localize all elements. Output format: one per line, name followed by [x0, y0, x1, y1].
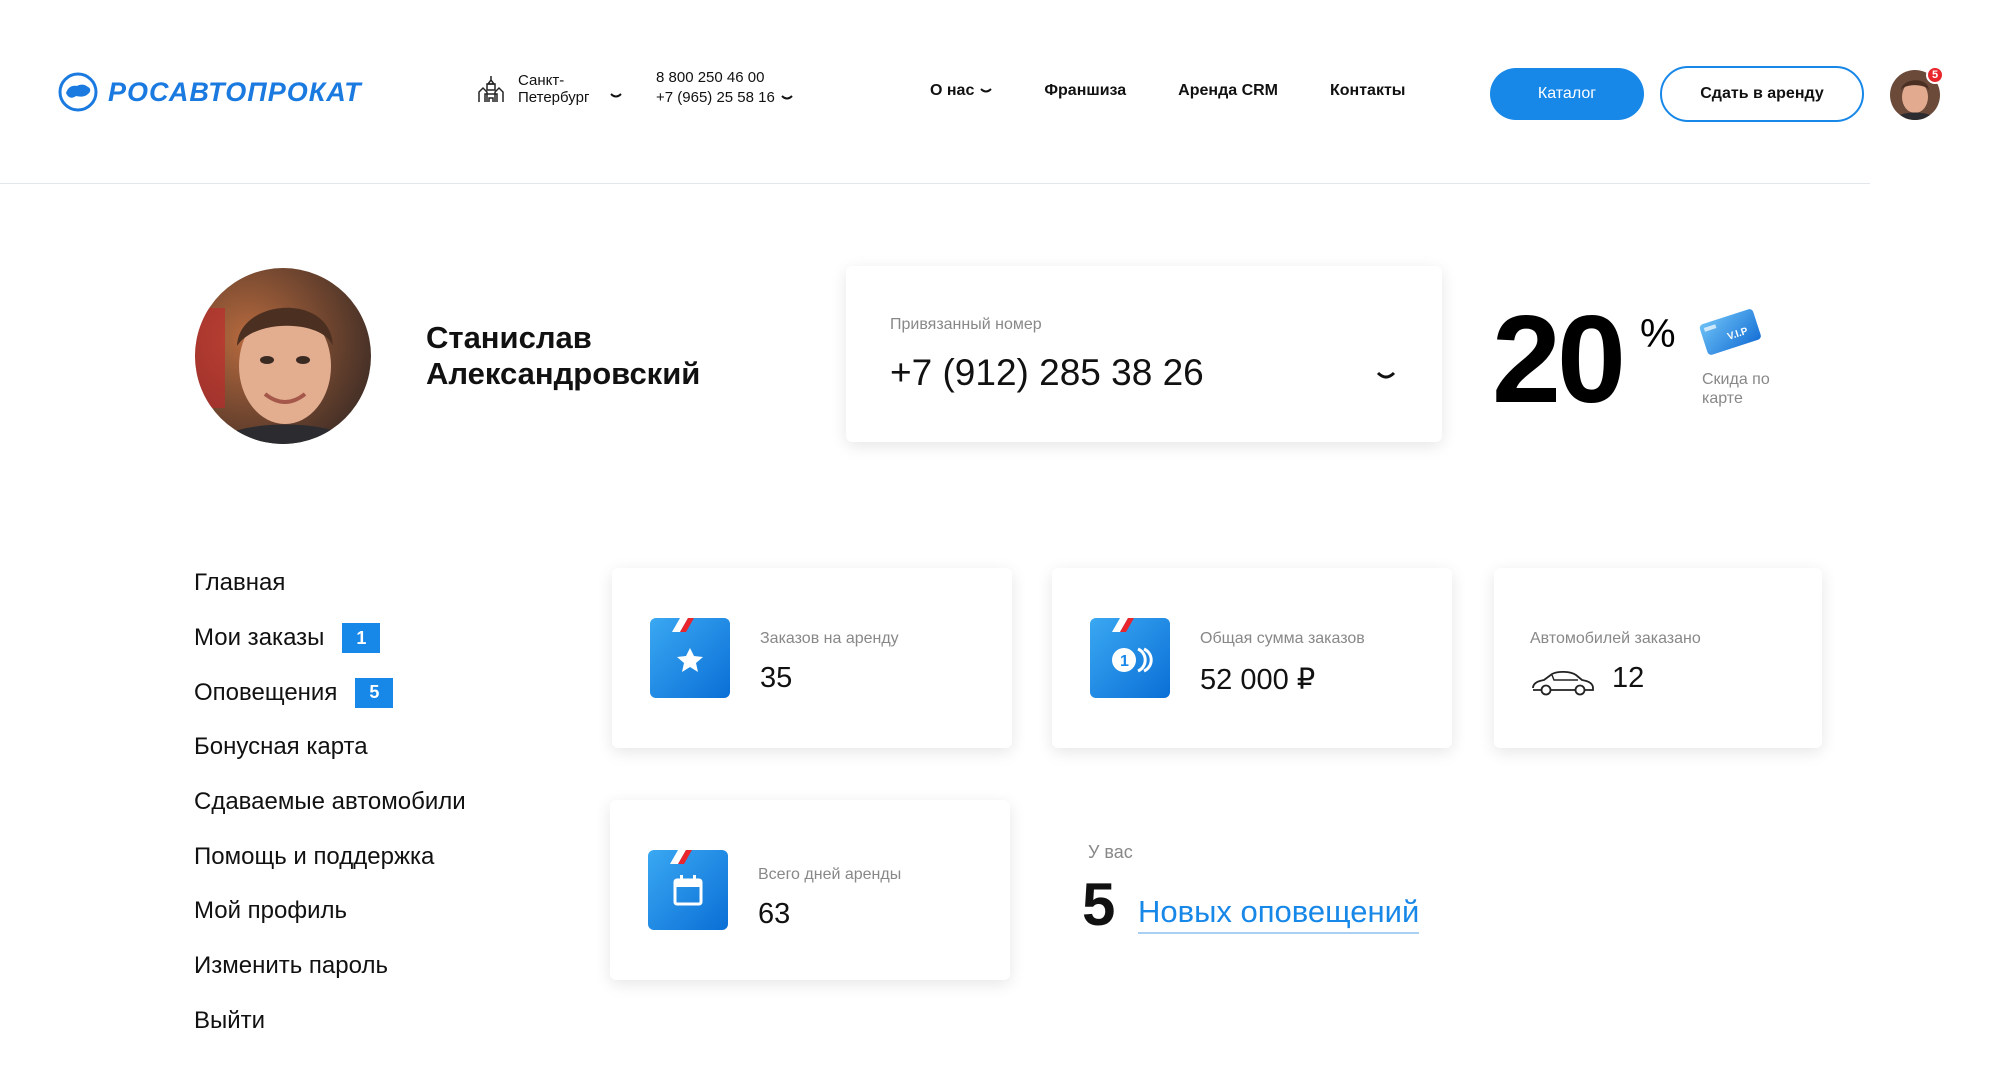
linked-phone-value: +7 (912) 285 38 26	[890, 352, 1204, 393]
profile-photo-image	[195, 268, 371, 444]
logo-emblem-icon	[58, 72, 98, 112]
stat-value: 52 000 ₽	[1200, 664, 1316, 696]
discount-label: Скида по карте	[1702, 371, 1770, 407]
side-menu-item-label: Мой профиль	[194, 897, 348, 925]
main-nav: О нас Франшиза Аренда CRM Контакты	[930, 82, 1405, 100]
side-menu-item-bonus-card[interactable]: Бонусная карта	[194, 720, 466, 775]
profile-name: Станислав Александровский	[426, 320, 701, 391]
linked-phone-label: Привязанный номер	[890, 316, 1042, 333]
side-menu-item-label: Оповещения	[194, 678, 338, 706]
nav-item-label: О нас	[930, 82, 975, 99]
side-menu-item-label: Мои заказы	[194, 624, 325, 652]
discount-percent-sign: %	[1640, 312, 1676, 356]
phone-numbers[interactable]: 8 800 250 46 00 +7 (965) 25 58 16	[656, 68, 793, 108]
profile-photo	[195, 268, 371, 444]
stat-value: 35	[760, 662, 793, 694]
stat-card-cars-ordered: Автомобилей заказано 12	[1494, 568, 1822, 748]
side-menu-item-label: Выйти	[194, 1006, 266, 1034]
site-logo[interactable]: РОСАВТОПРОКАТ	[58, 72, 362, 112]
stat-value: 12	[1612, 662, 1645, 694]
kremlin-icon	[478, 76, 504, 102]
svg-text:1: 1	[1120, 653, 1129, 670]
chevron-down-icon	[610, 93, 622, 98]
nav-item-franchise[interactable]: Франшиза	[1044, 82, 1126, 100]
star-icon	[650, 618, 730, 698]
chevron-down-icon	[781, 95, 793, 100]
header-divider	[0, 183, 1870, 184]
side-menu-item-rented-cars[interactable]: Сдаваемые автомобили	[194, 775, 466, 830]
side-menu-item-change-password[interactable]: Изменить пароль	[194, 939, 466, 994]
side-menu-item-profile[interactable]: Мой профиль	[194, 884, 466, 939]
site-header: РОСАВТОПРОКАТ Санкт-Петербург 8 800 250 …	[0, 0, 2000, 184]
chevron-down-icon	[980, 88, 993, 93]
stat-label: Заказов на аренду	[760, 630, 899, 647]
notification-badge: 5	[1926, 66, 1944, 84]
stat-label: Общая сумма заказов	[1200, 630, 1365, 647]
side-menu-item-home[interactable]: Главная	[194, 556, 466, 611]
linked-phone-card[interactable]: Привязанный номер +7 (912) 285 38 26	[846, 266, 1442, 442]
nav-item-contacts[interactable]: Контакты	[1330, 82, 1405, 100]
side-menu-item-label: Главная	[194, 569, 286, 597]
calendar-icon	[648, 850, 728, 930]
catalog-button[interactable]: Каталог	[1490, 68, 1644, 120]
stat-card-total-sum: 1 Общая сумма заказов 52 000 ₽	[1052, 568, 1452, 748]
nav-item-crm-rent[interactable]: Аренда CRM	[1178, 82, 1278, 100]
coins-icon: 1	[1090, 618, 1170, 698]
notifications-count-badge: 5	[355, 677, 394, 708]
logo-text: РОСАВТОПРОКАТ	[108, 76, 362, 107]
nav-item-about[interactable]: О нас	[930, 82, 993, 100]
notifications-caption: У вас	[1088, 842, 1133, 862]
rent-out-button[interactable]: Сдать в аренду	[1660, 66, 1864, 122]
side-menu-item-orders[interactable]: Мои заказы 1	[194, 611, 466, 666]
notifications-count: 5	[1082, 871, 1116, 938]
phone-secondary[interactable]: +7 (965) 25 58 16	[656, 88, 775, 108]
new-notifications-link[interactable]: Новых оповещений	[1138, 894, 1420, 934]
city-name: Санкт-Петербург	[518, 72, 590, 106]
stat-card-rent-orders: Заказов на аренду 35	[612, 568, 1012, 748]
stat-card-rent-days: Всего дней аренды 63	[610, 800, 1010, 980]
orders-count-badge: 1	[342, 623, 381, 654]
side-menu-item-label: Сдаваемые автомобили	[194, 788, 466, 816]
city-selector[interactable]: Санкт-Петербург	[476, 72, 622, 106]
discount-value: 20	[1492, 291, 1626, 429]
side-menu-item-logout[interactable]: Выйти	[194, 994, 466, 1049]
car-icon	[1532, 670, 1594, 696]
chevron-down-icon[interactable]	[1376, 370, 1396, 382]
side-menu-item-label: Изменить пароль	[194, 952, 388, 980]
account-side-menu: Главная Мои заказы 1 Оповещения 5 Бонусн…	[194, 556, 466, 1048]
phone-primary[interactable]: 8 800 250 46 00	[656, 68, 793, 88]
side-menu-item-label: Помощь и поддержка	[194, 842, 435, 870]
stat-label: Всего дней аренды	[758, 866, 902, 883]
side-menu-item-help[interactable]: Помощь и поддержка	[194, 829, 466, 884]
side-menu-item-notifications[interactable]: Оповещения 5	[194, 665, 466, 720]
stat-label: Автомобилей заказано	[1530, 630, 1701, 647]
stat-value: 63	[758, 898, 791, 930]
vip-card-icon: V.I.P	[1699, 309, 1761, 355]
side-menu-item-label: Бонусная карта	[194, 733, 368, 761]
